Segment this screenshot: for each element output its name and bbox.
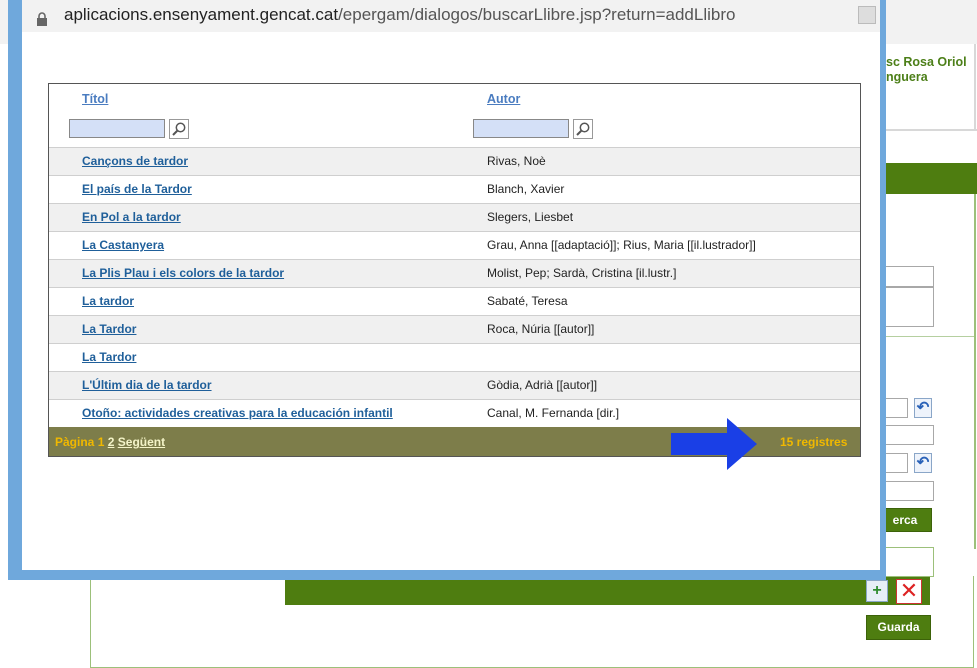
school-name-line1: sc Rosa Oriol (886, 55, 967, 69)
book-title-link[interactable]: La Plis Plau i els colors de la tardor (82, 266, 284, 280)
book-title-link[interactable]: La Castanyera (82, 238, 164, 252)
book-author: Sabaté, Teresa (487, 294, 568, 308)
author-filter-input[interactable] (473, 119, 569, 138)
popup-content: Títol Autor Cançons de tardor Rivas, Noè… (22, 32, 880, 570)
undo-icon[interactable]: ↶ (914, 398, 932, 418)
url-path: /epergam/dialogos/buscarLlibre.jsp?retur… (338, 5, 736, 24)
url-host: aplicacions.ensenyament.gencat.cat (64, 5, 339, 24)
table-row: La Tardor (49, 343, 860, 371)
book-title-link[interactable]: Cançons de tardor (82, 154, 188, 168)
column-header-author[interactable]: Autor (487, 92, 520, 106)
lock-icon (36, 7, 50, 26)
url-text: aplicacions.ensenyament.gencat.cat/eperg… (64, 0, 735, 30)
record-count: 15 registres (780, 435, 848, 449)
divider (974, 44, 976, 130)
book-author: Blanch, Xavier (487, 182, 565, 196)
next-page-link[interactable]: Següent (118, 435, 165, 449)
text-field[interactable] (880, 481, 934, 501)
table-row: La Tardor Roca, Núria [[autor]] (49, 315, 860, 343)
search-button[interactable]: erca (878, 508, 932, 532)
text-field[interactable] (880, 425, 934, 445)
section-header-bar (285, 577, 930, 605)
book-author: Rivas, Noè (487, 154, 546, 168)
save-button[interactable]: Guarda (866, 615, 931, 640)
text-field[interactable] (880, 266, 934, 287)
book-title-link[interactable]: L'Últim dia de la tardor (82, 378, 212, 392)
book-author: Molist, Pep; Sardà, Cristina [il.lustr.] (487, 266, 677, 280)
arrow-right-icon (671, 418, 757, 470)
popup-window: aplicacions.ensenyament.gencat.cat/eperg… (8, 0, 886, 580)
magnifier-icon (576, 122, 590, 136)
address-bar: aplicacions.ensenyament.gencat.cat/eperg… (22, 0, 880, 32)
school-name-line2: nguera (886, 70, 928, 84)
book-title-link[interactable]: La Tardor (82, 322, 136, 336)
title-search-button[interactable] (169, 119, 189, 139)
undo-icon[interactable]: ↶ (914, 453, 932, 473)
column-header-title[interactable]: Títol (82, 92, 108, 106)
book-author: Roca, Núria [[autor]] (487, 322, 595, 336)
text-field[interactable] (880, 547, 934, 577)
book-title-link[interactable]: En Pol a la tardor (82, 210, 181, 224)
add-icon[interactable]: + (866, 580, 888, 602)
school-name: sc Rosa Oriol nguera (886, 55, 967, 85)
table-row: El país de la Tardor Blanch, Xavier (49, 175, 860, 203)
table-row: La Plis Plau i els colors de la tardor M… (49, 259, 860, 287)
book-title-link[interactable]: El país de la Tardor (82, 182, 192, 196)
textarea-field[interactable] (880, 287, 934, 327)
page-tool-icon[interactable] (858, 6, 876, 24)
book-title-link[interactable]: La tardor (82, 294, 134, 308)
author-search-button[interactable] (573, 119, 593, 139)
table-row: La tardor Sabaté, Teresa (49, 287, 860, 315)
table-row: En Pol a la tardor Slegers, Liesbet (49, 203, 860, 231)
title-filter-input[interactable] (69, 119, 165, 138)
current-page: 1 (97, 435, 105, 449)
book-title-link[interactable]: Otoño: actividades creativas para la edu… (82, 406, 393, 420)
book-author: Gòdia, Adrià [[autor]] (487, 378, 598, 392)
book-title-link[interactable]: La Tardor (82, 350, 136, 364)
page-2-link[interactable]: 2 (108, 435, 115, 449)
delete-icon[interactable]: ✕ (896, 579, 922, 604)
book-author: Slegers, Liesbet (487, 210, 574, 224)
section-header-bar (880, 163, 977, 194)
magnifier-icon (172, 122, 186, 136)
book-author: Grau, Anna [[adaptació]]; Rius, Maria [[… (487, 238, 756, 252)
page-label: Pàgina (55, 435, 95, 449)
book-author: Canal, M. Fernanda [dir.] (487, 406, 620, 420)
divider (880, 129, 977, 131)
table-row: La Castanyera Grau, Anna [[adaptació]]; … (49, 231, 860, 259)
pagination: Pàgina 1 2 Següent (55, 435, 165, 449)
results-table: Títol Autor Cançons de tardor Rivas, Noè… (48, 83, 861, 457)
table-row: L'Últim dia de la tardor Gòdia, Adrià [[… (49, 371, 860, 399)
table-row: Cançons de tardor Rivas, Noè (49, 147, 860, 175)
